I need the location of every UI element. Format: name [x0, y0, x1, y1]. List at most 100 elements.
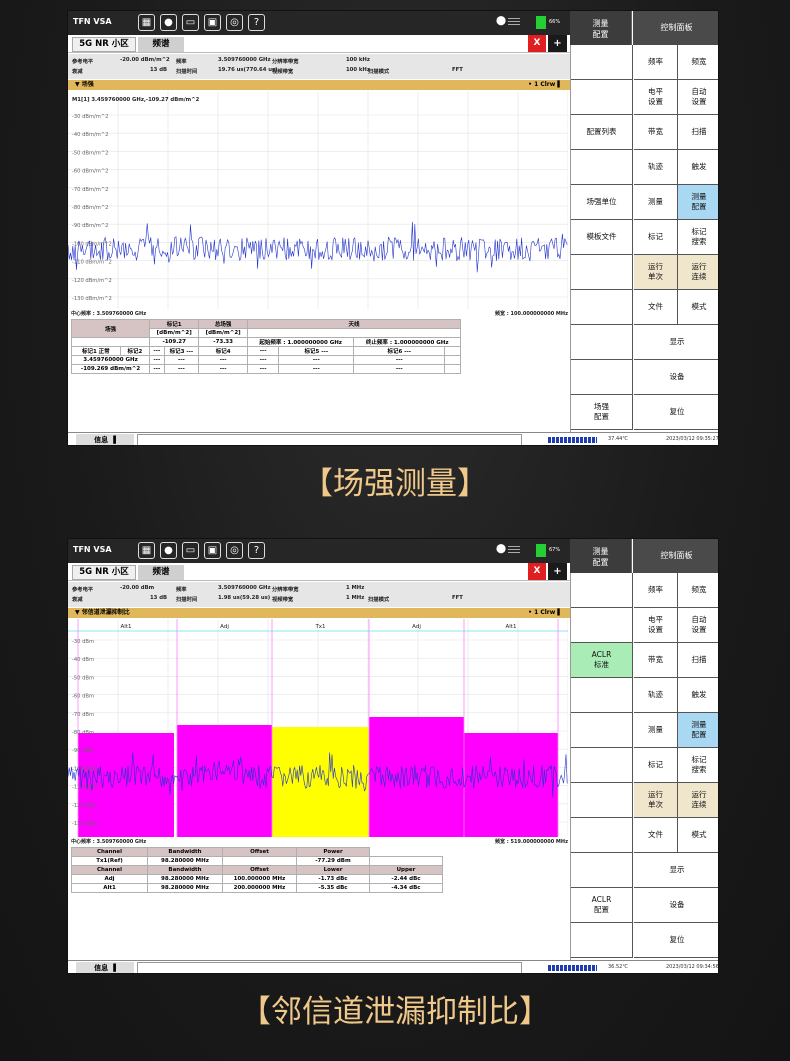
panel-key-r3-1[interactable]: 扫描: [678, 115, 718, 150]
side-softkey-7[interactable]: [571, 783, 633, 818]
panel-key-r6-1[interactable]: 标记 搜索: [678, 748, 718, 783]
window-icon[interactable]: ▦: [138, 542, 155, 559]
result-cell: [444, 364, 461, 374]
panel-key-r3-0[interactable]: 带宽: [634, 643, 678, 678]
aclr-cell: -2.44 dBc: [369, 874, 443, 884]
panel-key-r7-1[interactable]: 运行 连续: [678, 255, 718, 290]
spectrum-plot[interactable]: Alt1 Adj Tx1 Adj Alt1 -30 dBm -40 dBm -50 dBm -6…: [68, 619, 568, 837]
side-softkey-11[interactable]: [571, 923, 633, 958]
trace-mode[interactable]: • 1 Clrw ▌: [528, 80, 562, 90]
folder-icon[interactable]: ▭: [182, 14, 199, 31]
tab-spectrum[interactable]: 频谱: [138, 37, 184, 52]
panel-key-r2-1[interactable]: 自动 设置: [678, 80, 718, 115]
camera-icon[interactable]: ◎: [226, 542, 243, 559]
side-softkey-2[interactable]: [571, 80, 633, 115]
panel-key-r2-0[interactable]: 电平 设置: [634, 608, 678, 643]
panel-key-r7-0[interactable]: 运行 单次: [634, 255, 678, 290]
side-softkey-9[interactable]: [571, 325, 633, 360]
aclr-cell: Power: [296, 847, 370, 857]
close-button[interactable]: X: [528, 35, 546, 52]
panel-key-r8-1[interactable]: 模式: [678, 818, 718, 853]
result-cell: ---: [163, 355, 200, 365]
caption-2: 【邻信道泄漏抑制比】: [240, 994, 550, 1030]
aclr-cell: Lower: [296, 865, 370, 875]
lightbulb-icon[interactable]: ●: [160, 542, 177, 559]
save-icon[interactable]: ▣: [204, 14, 221, 31]
side-softkey-7[interactable]: [571, 255, 633, 290]
panel-key-r4-1[interactable]: 触发: [678, 678, 718, 713]
aclr-cell: [222, 856, 297, 866]
panel-key-r1-1[interactable]: 频宽: [678, 45, 718, 80]
panel-key-r6-1[interactable]: 标记 搜索: [678, 220, 718, 255]
display-button[interactable]: 显示: [634, 853, 718, 888]
side-softkey-9[interactable]: [571, 853, 633, 888]
panel-key-r6-0[interactable]: 标记: [634, 748, 678, 783]
tab-5g-nr-cell[interactable]: 5G NR 小区: [72, 37, 136, 52]
spectrum-plot[interactable]: -30 dBm/m^2 -40 dBm/m^2 -50 dBm/m^2 -60 dBm…: [68, 91, 568, 309]
reset-button[interactable]: 复位: [634, 395, 718, 430]
side-softkey-8[interactable]: [571, 290, 633, 325]
panel-key-r1-1[interactable]: 频宽: [678, 573, 718, 608]
side-softkey-5[interactable]: 场强单位: [571, 185, 633, 220]
panel-key-r5-1[interactable]: 测量 配置: [678, 713, 718, 748]
control-panel-header[interactable]: 控制面板: [633, 539, 718, 573]
panel-key-r1-0[interactable]: 频率: [634, 45, 678, 80]
panel-key-r7-0[interactable]: 运行 单次: [634, 783, 678, 818]
side-softkey-4[interactable]: [571, 678, 633, 713]
side-softkey-6[interactable]: 模板文件: [571, 220, 633, 255]
aclr-cell: [369, 856, 443, 866]
panel-key-r4-0[interactable]: 轨迹: [634, 678, 678, 713]
help-icon[interactable]: ?: [248, 14, 265, 31]
panel-key-r4-0[interactable]: 轨迹: [634, 150, 678, 185]
camera-icon[interactable]: ◎: [226, 14, 243, 31]
panel-key-r7-1[interactable]: 运行 连续: [678, 783, 718, 818]
panel-key-r8-0[interactable]: 文件: [634, 290, 678, 325]
add-button[interactable]: +: [548, 563, 567, 580]
folder-icon[interactable]: ▭: [182, 542, 199, 559]
add-button[interactable]: +: [548, 35, 567, 52]
panel-key-r2-1[interactable]: 自动 设置: [678, 608, 718, 643]
side-softkey-10[interactable]: [571, 360, 633, 395]
side-softkey-4[interactable]: [571, 150, 633, 185]
side-softkey-5[interactable]: [571, 713, 633, 748]
side-softkey-10[interactable]: ACLR 配置: [571, 888, 633, 923]
panel-key-r5-0[interactable]: 测量: [634, 185, 678, 220]
info-label[interactable]: 信息 ▐: [76, 962, 134, 973]
display-button[interactable]: 显示: [634, 325, 718, 360]
panel-key-r8-1[interactable]: 模式: [678, 290, 718, 325]
panel-key-r6-0[interactable]: 标记: [634, 220, 678, 255]
device-button[interactable]: 设备: [634, 360, 718, 395]
channel-band: [272, 727, 369, 837]
panel-key-r4-1[interactable]: 触发: [678, 150, 718, 185]
channel-label: Adj: [412, 624, 421, 630]
panel-key-r5-1[interactable]: 测量 配置: [678, 185, 718, 220]
help-icon[interactable]: ?: [248, 542, 265, 559]
tab-5g-nr-cell[interactable]: 5G NR 小区: [72, 565, 136, 580]
panel-key-r8-0[interactable]: 文件: [634, 818, 678, 853]
tab-spectrum[interactable]: 频谱: [138, 565, 184, 580]
reset-button[interactable]: 复位: [634, 923, 718, 958]
side-softkey-6[interactable]: [571, 748, 633, 783]
panel-key-r3-1[interactable]: 扫描: [678, 643, 718, 678]
side-softkey-11[interactable]: 场强 配置: [571, 395, 633, 430]
measure-config-header[interactable]: 测量 配置: [570, 11, 632, 45]
info-label[interactable]: 信息 ▐: [76, 434, 134, 445]
panel-key-r2-0[interactable]: 电平 设置: [634, 80, 678, 115]
trace-mode[interactable]: • 1 Clrw ▌: [528, 608, 562, 618]
device-button[interactable]: 设备: [634, 888, 718, 923]
control-panel-header[interactable]: 控制面板: [633, 11, 718, 45]
measure-config-header[interactable]: 测量 配置: [570, 539, 632, 573]
side-softkey-3[interactable]: ACLR 标准: [571, 643, 633, 678]
lightbulb-icon[interactable]: ●: [160, 14, 177, 31]
panel-key-r5-0[interactable]: 测量: [634, 713, 678, 748]
side-softkey-3[interactable]: 配置列表: [571, 115, 633, 150]
panel-key-r3-0[interactable]: 带宽: [634, 115, 678, 150]
side-softkey-1[interactable]: [571, 45, 633, 80]
close-button[interactable]: X: [528, 563, 546, 580]
side-softkey-2[interactable]: [571, 608, 633, 643]
panel-key-r1-0[interactable]: 频率: [634, 573, 678, 608]
save-icon[interactable]: ▣: [204, 542, 221, 559]
side-softkey-1[interactable]: [571, 573, 633, 608]
side-softkey-8[interactable]: [571, 818, 633, 853]
window-icon[interactable]: ▦: [138, 14, 155, 31]
